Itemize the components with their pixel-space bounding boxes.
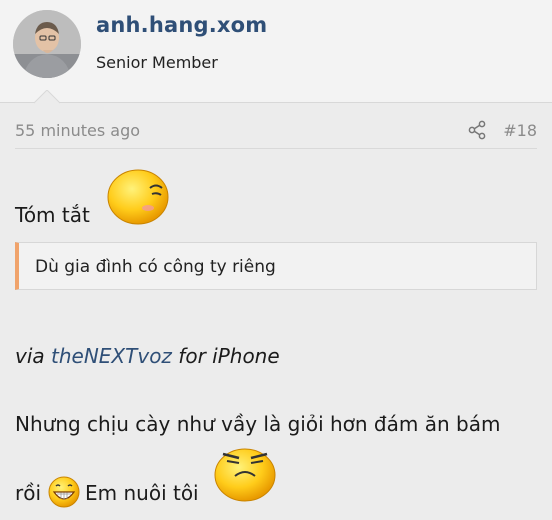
header-pointer xyxy=(34,90,60,104)
frown-smiley-icon xyxy=(214,448,276,502)
post-line-4b: Em nuôi tôi xyxy=(85,481,199,505)
quote-text: Dù gia đình có công ty riêng xyxy=(35,257,276,277)
quote-block: Dù gia đình có công ty riêng xyxy=(15,242,537,290)
user-title: Senior Member xyxy=(96,53,218,72)
post-number[interactable]: #18 xyxy=(503,121,537,140)
via-prefix: via xyxy=(15,344,45,368)
post-header: anh.hang.xom Senior Member xyxy=(0,0,552,103)
avatar[interactable] xyxy=(13,10,81,78)
grin-smiley-icon xyxy=(48,476,80,508)
via-suffix: for iPhone xyxy=(178,344,280,368)
post-line-4a: rồi xyxy=(15,481,42,505)
post-meta: 55 minutes ago #18 xyxy=(15,118,537,149)
post-line-3: Nhưng chịu cày như vầy là giỏi hơn đám ă… xyxy=(15,412,501,436)
post-line-1: Tóm tắt xyxy=(15,203,90,227)
via-line: via theNEXTvoz for iPhone xyxy=(15,344,280,368)
via-app-link[interactable]: theNEXTvoz xyxy=(51,344,172,368)
wink-smiley-icon xyxy=(107,169,169,225)
username[interactable]: anh.hang.xom xyxy=(96,13,267,37)
share-icon[interactable] xyxy=(467,120,487,140)
post-time[interactable]: 55 minutes ago xyxy=(15,121,140,140)
